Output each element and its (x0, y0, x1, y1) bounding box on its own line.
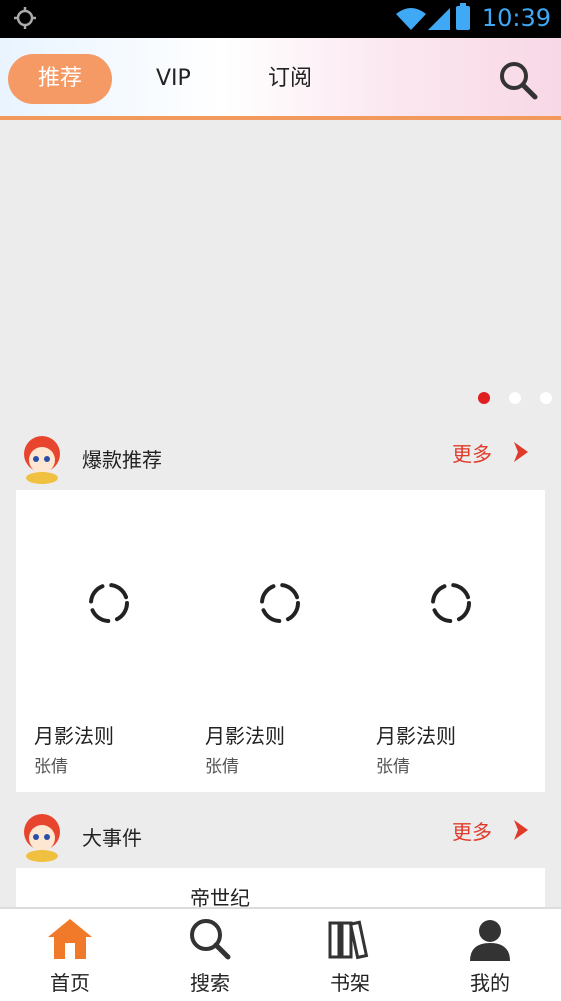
status-time: 10:39 (481, 4, 551, 32)
mascot-icon (24, 814, 60, 862)
loading-spinner-icon (431, 583, 471, 623)
nav-mine[interactable]: 我的 (420, 909, 560, 1001)
carousel-dot-active (478, 392, 490, 404)
search-icon (190, 919, 231, 960)
carousel-dot (540, 392, 552, 404)
section-title: 大事件 (82, 826, 142, 850)
bookshelf-icon (328, 920, 369, 960)
top-nav: 推荐 VIP 订阅 (0, 38, 561, 120)
tab-subscribe[interactable]: 订阅 (268, 54, 312, 104)
section-title: 爆款推荐 (82, 448, 162, 472)
search-icon[interactable] (498, 60, 538, 100)
nav-mine-label: 我的 (470, 971, 510, 995)
signal-icon (428, 8, 450, 30)
wifi-icon (396, 8, 426, 30)
nav-search[interactable]: 搜索 (140, 909, 280, 1001)
carousel-indicator (0, 392, 561, 406)
nav-shelf[interactable]: 书架 (280, 909, 420, 1001)
event-card[interactable]: 帝世纪 (16, 868, 545, 908)
tab-vip[interactable]: VIP (156, 54, 191, 104)
tab-recommend[interactable]: 推荐 (8, 54, 112, 104)
mascot-icon (24, 436, 60, 484)
section-header-hot: 爆款推荐 更多 (0, 430, 561, 490)
banner-carousel[interactable] (0, 120, 561, 420)
nav-home-label: 首页 (50, 971, 90, 995)
more-link[interactable]: 更多 (452, 438, 492, 467)
book-title: 月影法则 (205, 724, 285, 748)
location-icon (14, 7, 36, 29)
battery-icon (456, 3, 470, 30)
book-card[interactable]: 月影法则 张倩 (16, 490, 186, 792)
loading-spinner-icon (89, 583, 129, 623)
book-title: 月影法则 (376, 724, 456, 748)
home-icon (48, 919, 92, 959)
loading-spinner-icon (260, 583, 300, 623)
nav-shelf-label: 书架 (330, 971, 370, 995)
book-author: 张倩 (34, 757, 68, 777)
nav-home[interactable]: 首页 (0, 909, 140, 1001)
event-title: 帝世纪 (190, 886, 250, 908)
bottom-nav: 首页 搜索 书架 我的 (0, 907, 561, 1001)
book-title: 月影法则 (34, 724, 114, 748)
chevron-right-icon[interactable] (512, 442, 530, 462)
book-row: 月影法则 张倩 月影法则 张倩 月影法则 张倩 (16, 490, 545, 792)
book-card[interactable]: 月影法则 张倩 (358, 490, 528, 792)
user-icon (470, 920, 510, 961)
book-card[interactable]: 月影法则 张倩 (187, 490, 357, 792)
carousel-dot (509, 392, 521, 404)
nav-search-label: 搜索 (190, 971, 230, 995)
chevron-right-icon[interactable] (512, 820, 530, 840)
status-bar: 10:39 (0, 0, 561, 38)
more-link[interactable]: 更多 (452, 816, 492, 845)
book-author: 张倩 (205, 757, 239, 777)
book-author: 张倩 (376, 757, 410, 777)
section-header-events: 大事件 更多 (0, 808, 561, 868)
